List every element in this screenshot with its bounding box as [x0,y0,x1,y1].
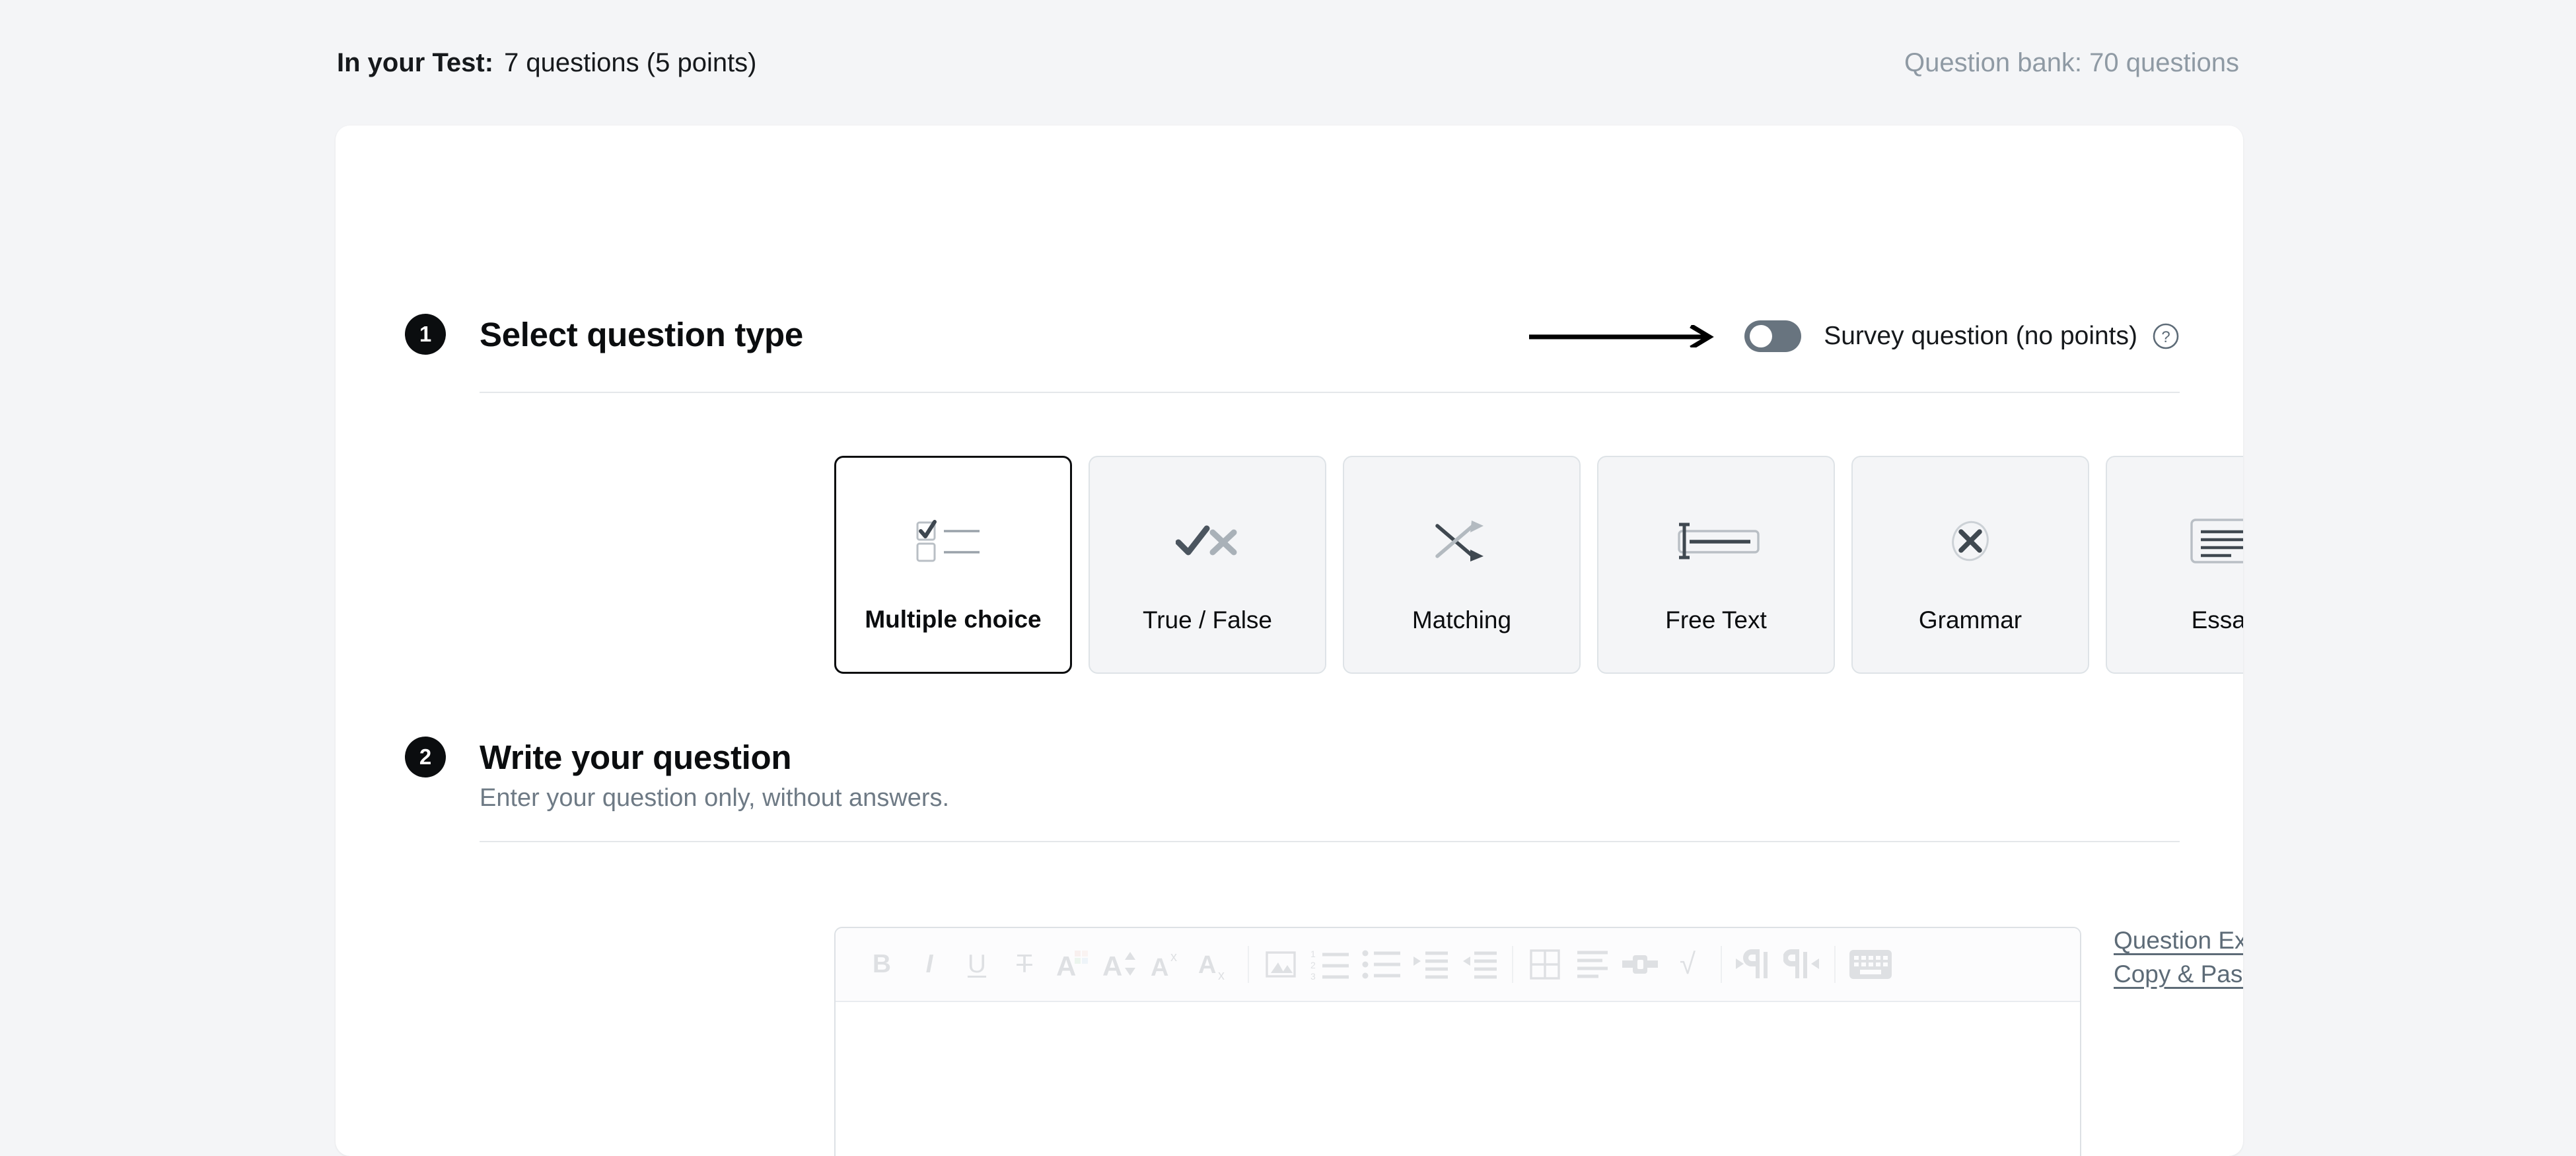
step-2-badge: 2 [405,737,446,777]
strikethrough-icon[interactable]: T [1006,946,1043,983]
question-text-input[interactable] [836,1002,2080,1156]
editor-side-links: Question Examples and Guides Copy & Past… [2114,923,2243,991]
question-type-matching[interactable]: Matching [1343,456,1581,674]
question-type-true-false[interactable]: True / False [1089,456,1326,674]
question-type-label: Grammar [1919,606,2022,634]
question-type-essay[interactable]: Essay [2106,456,2243,674]
paragraph-lines-icon [2190,518,2243,564]
question-type-label: Multiple choice [865,606,1041,633]
toolbar-divider [1834,946,1836,983]
question-editor-card: 1 Select question type Survey question (… [336,126,2243,1156]
underline-icon[interactable]: U [958,946,995,983]
check-and-cross-icon [1176,518,1239,564]
question-type-free-text[interactable]: Free Text [1597,456,1835,674]
numbered-list-icon[interactable]: 1 2 3 [1310,946,1351,983]
status-bar: In your Test: 7 questions (5 points) Que… [0,0,2576,126]
question-text-editor: B I U T A A A x [834,927,2081,1156]
toolbar-divider [1248,946,1249,983]
test-summary-value: 7 questions (5 points) [504,48,756,78]
copy-paste-symbols-link[interactable]: Copy & Paste Symbols [2114,957,2243,991]
section-write-your-question: 2 Write your question Enter your questio… [336,737,2243,842]
section-one-title: Select question type [480,315,803,354]
section-two-subtitle: Enter your question only, without answer… [480,784,2243,813]
bulleted-list-icon[interactable] [1361,946,1402,983]
section-two-title: Write your question [480,738,791,777]
question-type-multiple-choice[interactable]: Multiple choice [834,456,1072,674]
editor-toolbar: B I U T A A A x [836,928,2080,1002]
insert-link-icon[interactable] [1622,946,1659,983]
bold-icon[interactable]: B [863,946,900,983]
virtual-keyboard-icon[interactable] [1849,946,1892,983]
question-type-grammar[interactable]: Grammar [1851,456,2089,674]
question-type-label: Matching [1412,606,1511,634]
svg-text:A: A [1151,954,1168,981]
insert-image-icon[interactable] [1262,946,1299,983]
text-direction-rtl-icon[interactable] [1783,946,1820,983]
font-color-icon[interactable]: A [1054,946,1091,983]
toggle-knob [1750,325,1772,347]
svg-text:?: ? [2161,328,2170,346]
align-text-icon[interactable] [1574,946,1611,983]
svg-text:A: A [1056,951,1076,981]
text-direction-ltr-icon[interactable] [1735,946,1772,983]
svg-text:A: A [1198,951,1216,979]
test-summary: In your Test: 7 questions (5 points) [337,48,757,78]
question-bank-count: Question bank: 70 questions [1904,48,2239,78]
svg-text:x: x [1170,950,1177,964]
question-mark-circle-icon[interactable]: ? [2152,322,2180,350]
font-size-icon[interactable]: A [1101,946,1138,983]
survey-question-toggle[interactable] [1744,320,1801,352]
question-examples-link[interactable]: Question Examples and Guides [2114,923,2243,957]
question-type-list: Multiple choice True / False [834,456,2243,674]
indent-icon[interactable] [1413,946,1450,983]
superscript-icon[interactable]: A x [1149,946,1186,983]
svg-text:A: A [1102,951,1122,981]
circle-x-icon [1947,518,1994,564]
text-input-cursor-icon [1670,518,1762,564]
test-summary-label: In your Test: [337,48,493,78]
outdent-icon[interactable] [1460,946,1497,983]
crossing-arrows-icon [1435,518,1489,564]
section-one-divider [480,392,2180,393]
svg-text:2: 2 [1310,960,1316,970]
section-two-header: 2 Write your question [336,737,2243,777]
survey-question-control: Survey question (no points) ? [1528,320,2180,352]
svg-text:3: 3 [1310,971,1316,980]
question-type-label: Essay [2192,606,2243,634]
checkbox-list-icon [916,519,990,565]
subscript-icon[interactable]: A x [1196,946,1233,983]
section-two-divider [480,841,2180,842]
toolbar-divider [1721,946,1722,983]
math-formula-icon[interactable]: √ [1669,946,1706,983]
svg-text:1: 1 [1310,949,1316,959]
italic-icon[interactable]: I [911,946,948,983]
svg-text:x: x [1218,968,1225,981]
arrow-pointing-right-annotation [1528,325,1719,347]
toolbar-divider [1512,946,1513,983]
question-type-label: Free Text [1665,606,1767,634]
survey-question-label: Survey question (no points) [1824,322,2137,351]
insert-table-icon[interactable] [1526,946,1563,983]
step-1-badge: 1 [405,314,446,355]
question-type-label: True / False [1143,606,1272,634]
